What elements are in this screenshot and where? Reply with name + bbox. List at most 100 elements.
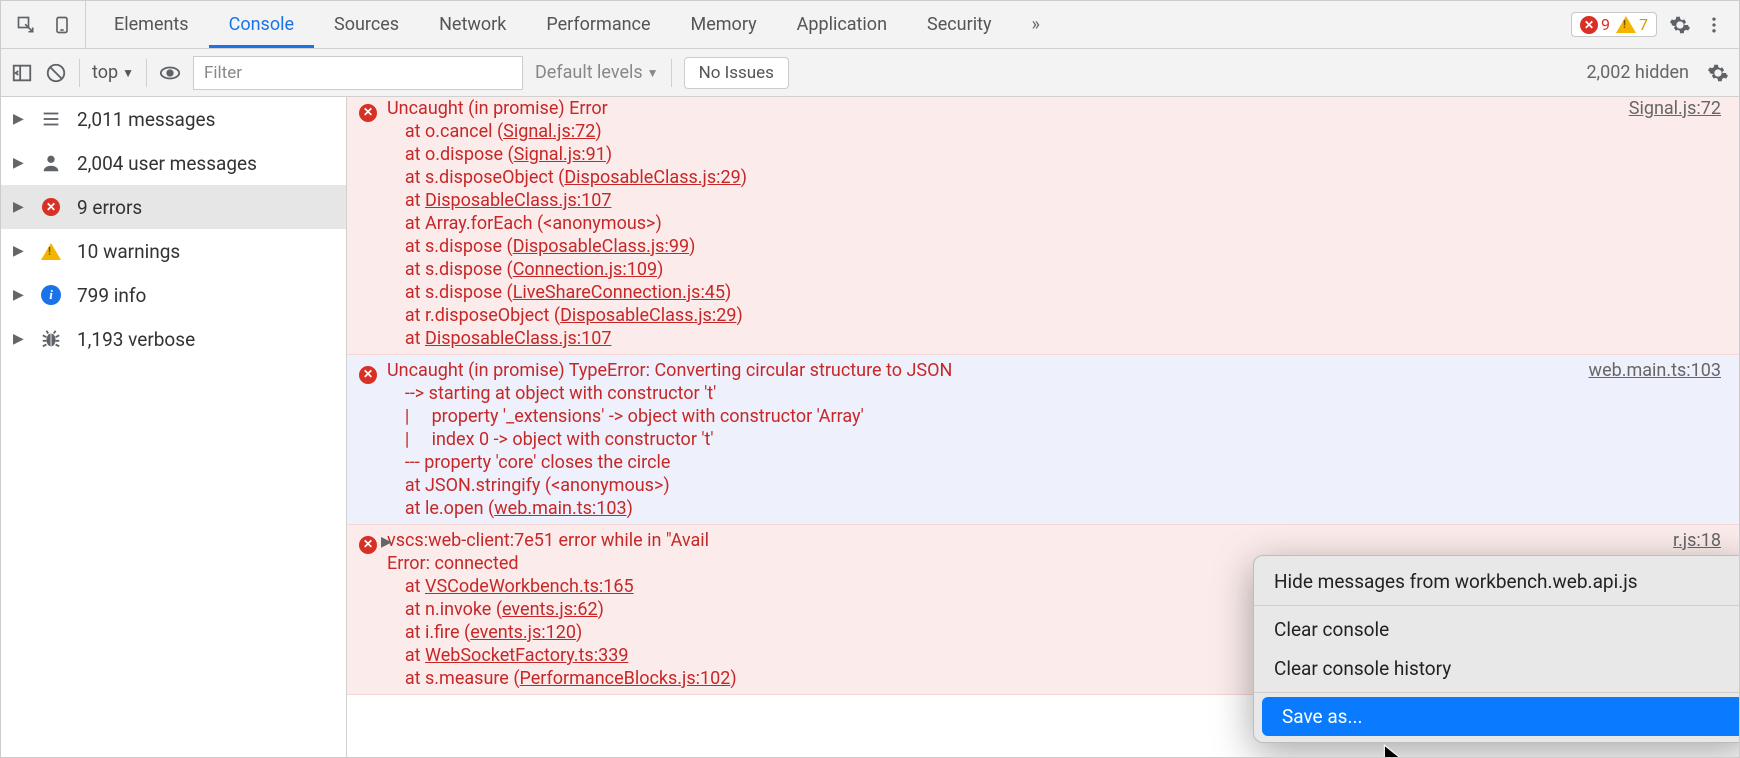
devtools-tabbar: Elements Console Sources Network Perform… bbox=[1, 1, 1739, 49]
info-icon: i bbox=[39, 283, 63, 307]
expand-triangle-icon: ▶ bbox=[13, 287, 25, 303]
expand-triangle-icon[interactable]: ▶ bbox=[381, 531, 392, 554]
clear-console-icon[interactable] bbox=[45, 62, 67, 84]
gear-icon[interactable] bbox=[1669, 14, 1691, 36]
expand-triangle-icon: ▶ bbox=[13, 111, 25, 127]
console-message-error[interactable]: ✕ Signal.js:72 Uncaught (in promise) Err… bbox=[347, 97, 1739, 355]
sidebar-row-verbose[interactable]: ▶ 1,193 verbose bbox=[1, 317, 346, 361]
tab-network[interactable]: Network bbox=[419, 1, 526, 48]
inspect-icon[interactable] bbox=[15, 14, 37, 36]
user-icon bbox=[39, 151, 63, 175]
sidebar-label: 10 warnings bbox=[77, 240, 180, 263]
error-title: vscs:web-client:7e51 error while in "Ava… bbox=[387, 530, 709, 551]
stack-link[interactable]: PerformanceBlocks.js:102 bbox=[519, 668, 730, 689]
live-expression-icon[interactable] bbox=[159, 62, 181, 84]
chevron-right-icon: » bbox=[1031, 14, 1039, 35]
error-icon: ✕ bbox=[359, 99, 377, 122]
ctx-clear-console[interactable]: Clear console bbox=[1254, 610, 1739, 649]
error-icon: ✕ bbox=[359, 531, 377, 554]
context-label: top bbox=[92, 62, 118, 83]
sidebar-row-errors[interactable]: ▶ ✕ 9 errors bbox=[1, 185, 346, 229]
warning-triangle-icon bbox=[1616, 16, 1636, 33]
expand-triangle-icon: ▶ bbox=[13, 331, 25, 347]
tab-label: Performance bbox=[546, 14, 650, 35]
sidebar-row-user-messages[interactable]: ▶ 2,004 user messages bbox=[1, 141, 346, 185]
dropdown-triangle-icon: ▼ bbox=[122, 66, 134, 80]
stack-link[interactable]: WebSocketFactory.ts:339 bbox=[425, 645, 628, 666]
stack-link[interactable]: LiveShareConnection.js:45 bbox=[513, 282, 725, 303]
source-link[interactable]: r.js:18 bbox=[1673, 529, 1721, 552]
sidebar-label: 9 errors bbox=[77, 196, 142, 219]
cursor-icon bbox=[1382, 743, 1404, 757]
warning-icon bbox=[39, 239, 63, 263]
menu-separator bbox=[1254, 605, 1739, 606]
sidebar-label: 1,193 verbose bbox=[77, 328, 195, 351]
stack-link[interactable]: DisposableClass.js:29 bbox=[564, 167, 740, 188]
console-sidebar: ▶ 2,011 messages ▶ 2,004 user messages ▶… bbox=[1, 97, 347, 757]
device-toggle-icon[interactable] bbox=[51, 14, 73, 36]
log-levels-selector[interactable]: Default levels ▼ bbox=[535, 62, 659, 83]
levels-label: Default levels bbox=[535, 62, 643, 83]
issue-badges[interactable]: ✕9 7 bbox=[1571, 12, 1657, 37]
console-messages: ✕ Signal.js:72 Uncaught (in promise) Err… bbox=[347, 97, 1739, 757]
sidebar-label: 799 info bbox=[77, 284, 146, 307]
sidebar-row-messages[interactable]: ▶ 2,011 messages bbox=[1, 97, 346, 141]
tab-label: Console bbox=[229, 14, 294, 35]
sidebar-row-info[interactable]: ▶ i 799 info bbox=[1, 273, 346, 317]
tab-memory[interactable]: Memory bbox=[671, 1, 777, 48]
ctx-hide-messages[interactable]: Hide messages from workbench.web.api.js bbox=[1254, 562, 1739, 601]
stack-link[interactable]: DisposableClass.js:107 bbox=[425, 190, 611, 211]
tab-sources[interactable]: Sources bbox=[314, 1, 419, 48]
context-menu: Hide messages from workbench.web.api.js … bbox=[1253, 555, 1739, 743]
stack-link[interactable]: Signal.js:72 bbox=[503, 121, 595, 142]
filter-input[interactable] bbox=[193, 56, 523, 90]
expand-triangle-icon: ▶ bbox=[13, 199, 25, 215]
stack-link[interactable]: VSCodeWorkbench.ts:165 bbox=[425, 576, 634, 597]
bug-icon bbox=[39, 327, 63, 351]
tab-elements[interactable]: Elements bbox=[94, 1, 209, 48]
dropdown-triangle-icon: ▼ bbox=[647, 66, 659, 80]
error-count: 9 bbox=[1601, 15, 1610, 34]
stack-link[interactable]: events.js:120 bbox=[470, 622, 576, 643]
tab-label: Elements bbox=[114, 14, 189, 35]
stack-link[interactable]: DisposableClass.js:99 bbox=[513, 236, 689, 257]
stack-link[interactable]: Connection.js:109 bbox=[513, 259, 657, 280]
tab-more[interactable]: » bbox=[1011, 1, 1059, 48]
stack-link[interactable]: DisposableClass.js:29 bbox=[560, 305, 736, 326]
warning-count: 7 bbox=[1639, 15, 1648, 34]
tab-label: Memory bbox=[691, 14, 757, 35]
stack-link[interactable]: web.main.ts:103 bbox=[494, 498, 626, 519]
stack-link[interactable]: events.js:62 bbox=[502, 599, 598, 620]
source-link[interactable]: web.main.ts:103 bbox=[1589, 359, 1721, 382]
expand-triangle-icon: ▶ bbox=[13, 243, 25, 259]
stack-link[interactable]: Signal.js:91 bbox=[514, 144, 606, 165]
tab-label: Sources bbox=[334, 14, 399, 35]
sidebar-row-warnings[interactable]: ▶ 10 warnings bbox=[1, 229, 346, 273]
console-toolbar: top ▼ Default levels ▼ No Issues 2,002 h… bbox=[1, 49, 1739, 97]
no-issues-button[interactable]: No Issues bbox=[684, 57, 789, 89]
error-title: Uncaught (in promise) Error bbox=[387, 98, 608, 119]
tab-label: Application bbox=[797, 14, 887, 35]
stack-link[interactable]: DisposableClass.js:107 bbox=[425, 328, 611, 349]
error-title: Uncaught (in promise) TypeError: Convert… bbox=[387, 360, 952, 381]
ctx-clear-history[interactable]: Clear console history bbox=[1254, 649, 1739, 688]
tab-application[interactable]: Application bbox=[777, 1, 907, 48]
hidden-count[interactable]: 2,002 hidden bbox=[1586, 62, 1695, 83]
tab-label: Network bbox=[439, 14, 506, 35]
context-selector[interactable]: top ▼ bbox=[92, 62, 134, 83]
error-icon: ✕ bbox=[39, 195, 63, 219]
sidebar-label: 2,011 messages bbox=[77, 108, 215, 131]
tab-performance[interactable]: Performance bbox=[526, 1, 670, 48]
console-settings-gear-icon[interactable] bbox=[1707, 62, 1729, 84]
messages-icon bbox=[39, 107, 63, 131]
console-message-error[interactable]: ✕ web.main.ts:103 Uncaught (in promise) … bbox=[347, 355, 1739, 525]
tab-console[interactable]: Console bbox=[209, 1, 314, 48]
tab-security[interactable]: Security bbox=[907, 1, 1011, 48]
sidebar-toggle-icon[interactable] bbox=[11, 62, 33, 84]
expand-triangle-icon: ▶ bbox=[13, 155, 25, 171]
source-link[interactable]: Signal.js:72 bbox=[1629, 97, 1721, 120]
menu-separator bbox=[1254, 692, 1739, 693]
kebab-icon[interactable] bbox=[1703, 14, 1725, 36]
error-subtitle: Error: connected bbox=[387, 553, 519, 574]
ctx-save-as[interactable]: Save as... bbox=[1262, 697, 1739, 736]
